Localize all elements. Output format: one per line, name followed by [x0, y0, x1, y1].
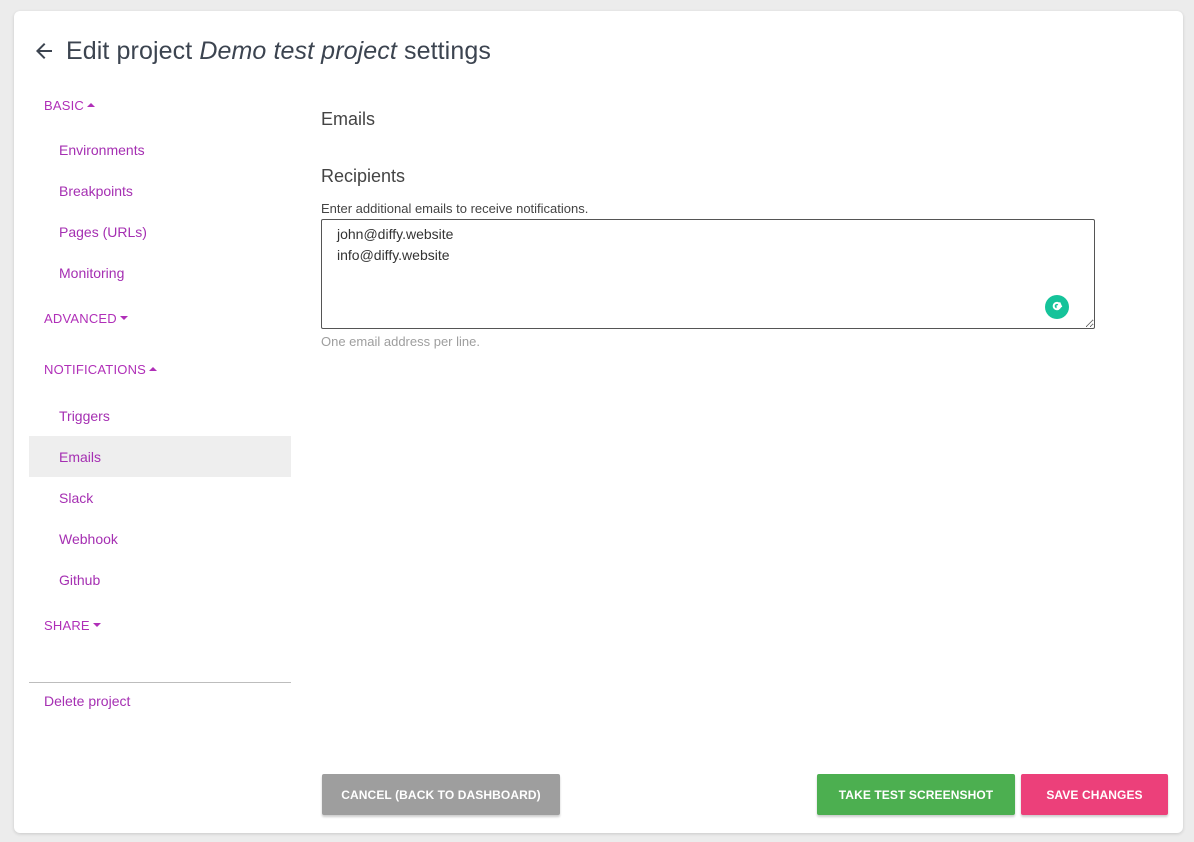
section-title: Emails: [321, 109, 376, 129]
sidebar-item-environments[interactable]: Environments: [29, 129, 291, 170]
recipients-helper-text: One email address per line.: [321, 334, 480, 349]
recipients-field-label: Enter additional emails to receive notif…: [321, 201, 589, 216]
delete-project-link[interactable]: Delete project: [44, 693, 130, 709]
sidebar-item-webhook[interactable]: Webhook: [29, 518, 291, 559]
settings-card: Edit project Demo test project settings …: [14, 11, 1183, 833]
sidebar-section-share[interactable]: SHARE: [29, 600, 291, 650]
sidebar-divider: [29, 682, 291, 683]
sidebar-section-notifications[interactable]: NOTIFICATIONS: [29, 343, 291, 395]
sidebar-section-advanced[interactable]: ADVANCED: [29, 293, 291, 343]
take-test-screenshot-button[interactable]: TAKE TEST SCREENSHOT: [817, 774, 1015, 815]
caret-down-icon: [92, 623, 101, 627]
grammarly-icon[interactable]: [1045, 295, 1069, 319]
sidebar-item-github[interactable]: Github: [29, 559, 291, 600]
recipients-textarea[interactable]: [321, 219, 1095, 329]
caret-down-icon: [119, 316, 128, 320]
cancel-button[interactable]: CANCEL (BACK TO DASHBOARD): [322, 774, 560, 815]
settings-sidebar: BASIC Environments Breakpoints Pages (UR…: [29, 85, 291, 650]
caret-up-icon: [87, 103, 96, 107]
recipients-title: Recipients: [321, 166, 406, 186]
sidebar-section-basic[interactable]: BASIC: [29, 85, 291, 125]
arrow-back-icon[interactable]: [32, 39, 56, 63]
grammarly-g-icon: [1052, 301, 1063, 311]
project-name: Demo test project: [199, 36, 397, 65]
save-changes-button[interactable]: SAVE CHANGES: [1021, 774, 1168, 815]
sidebar-item-triggers[interactable]: Triggers: [29, 395, 291, 436]
sidebar-item-slack[interactable]: Slack: [29, 477, 291, 518]
main-content: Emails Recipients Enter additional email…: [321, 109, 1101, 349]
sidebar-item-monitoring[interactable]: Monitoring: [29, 252, 291, 293]
caret-up-icon: [149, 367, 158, 371]
recipients-textarea-wrapper: [321, 219, 1095, 329]
sidebar-item-pages[interactable]: Pages (URLs): [29, 211, 291, 252]
sidebar-item-emails[interactable]: Emails: [29, 436, 291, 477]
page-title: Edit project Demo test project settings: [66, 36, 491, 65]
sidebar-item-breakpoints[interactable]: Breakpoints: [29, 170, 291, 211]
page-header: Edit project Demo test project settings: [32, 33, 491, 69]
